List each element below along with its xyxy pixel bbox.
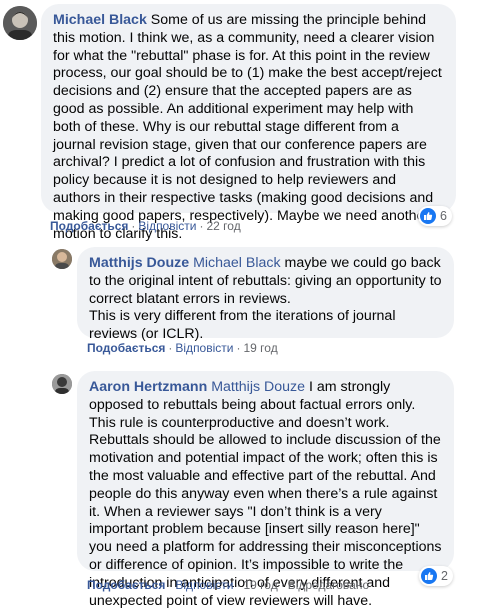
reaction-count: 2 xyxy=(441,569,448,583)
reply-button[interactable]: Відповісти xyxy=(175,578,233,592)
comment-text: I am strongly opposed to rebuttals being… xyxy=(89,379,442,609)
avatar-icon xyxy=(52,374,72,394)
reaction-summary[interactable]: 2 xyxy=(419,566,453,586)
comment-bubble: Matthijs Douze Michael Black maybe we co… xyxy=(77,247,454,342)
comment-actions: Подобається · Відповісти · 19 год xyxy=(87,341,278,355)
edited-label[interactable]: Відредаговано xyxy=(288,578,369,592)
comment-actions: Подобається · Відповісти · 22 год xyxy=(50,219,241,233)
reaction-count: 6 xyxy=(440,209,447,223)
comment-bubble: Michael Black Some of us are missing the… xyxy=(41,4,456,242)
avatar-matthijs-douze[interactable] xyxy=(52,249,72,269)
avatar-icon xyxy=(52,249,72,269)
comment-timestamp[interactable]: 19 год xyxy=(243,341,277,355)
comment-author[interactable]: Aaron Hertzmann xyxy=(89,379,207,395)
avatar-aaron-hertzmann[interactable] xyxy=(52,374,72,394)
comment-bubble: Aaron Hertzmann Matthijs Douze I am stro… xyxy=(77,371,454,609)
reaction-summary[interactable]: 6 xyxy=(418,206,452,226)
comment-timestamp[interactable]: 19 год xyxy=(243,578,277,592)
like-button[interactable]: Подобається xyxy=(87,578,165,592)
like-button[interactable]: Подобається xyxy=(50,219,128,233)
comment-timestamp[interactable]: 22 год xyxy=(206,219,240,233)
comment-mention[interactable]: Matthijs Douze xyxy=(211,379,305,395)
like-icon xyxy=(420,208,436,224)
like-button[interactable]: Подобається xyxy=(87,341,165,355)
comment-text: Some of us are missing the principle beh… xyxy=(53,12,442,242)
comment-author[interactable]: Michael Black xyxy=(53,12,147,28)
reply-button[interactable]: Відповісти xyxy=(175,341,233,355)
avatar-icon xyxy=(3,6,37,40)
reply-button[interactable]: Відповісти xyxy=(138,219,196,233)
comment-actions: Подобається · Відповісти · 19 год · Відредагов… xyxy=(87,578,370,592)
comment-text-line: This is very different from the iteratio… xyxy=(89,308,396,343)
avatar-michael-black[interactable] xyxy=(3,6,37,40)
comment-author[interactable]: Matthijs Douze xyxy=(89,255,189,271)
comment-mention[interactable]: Michael Black xyxy=(193,255,281,271)
like-icon xyxy=(421,568,437,584)
